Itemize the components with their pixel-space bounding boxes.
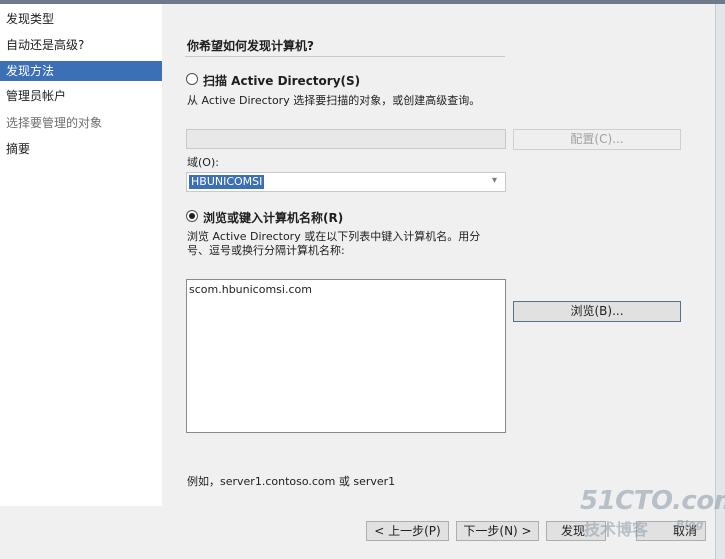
domain-selected-value: HBUNICOMSI bbox=[189, 175, 265, 189]
step-summary[interactable]: 摘要 bbox=[0, 139, 162, 159]
browse-description-line2: 号、逗号或换行分隔计算机名称: bbox=[187, 244, 345, 257]
wizard-steps-sidebar: 发现类型 自动还是高级? 发现方法 管理员帐户 选择要管理的对象 摘要 bbox=[0, 4, 162, 506]
next-button[interactable]: 下一步(N) > bbox=[456, 521, 539, 541]
site-watermark: 51CTO.com 技术博客 Blog bbox=[580, 486, 725, 539]
discovery-question-heading: 你希望如何发现计算机? bbox=[187, 39, 314, 53]
scan-ad-radio[interactable] bbox=[186, 73, 198, 85]
scan-ad-description: 从 Active Directory 选择要扫描的对象，或创建高级查询。 bbox=[187, 94, 481, 107]
configure-button[interactable]: 配置(C)... bbox=[513, 129, 681, 150]
computer-names-textarea[interactable]: scom.hbunicomsi.com bbox=[186, 279, 506, 433]
heading-divider bbox=[185, 56, 505, 57]
scan-ad-label[interactable]: 扫描 Active Directory(S) bbox=[203, 72, 360, 89]
browse-button[interactable]: 浏览(B)... bbox=[513, 301, 681, 322]
chevron-down-icon[interactable]: ▾ bbox=[492, 176, 502, 186]
watermark-logo-text: 51CTO.com bbox=[580, 486, 725, 516]
step-discovery-type[interactable]: 发现类型 bbox=[0, 9, 162, 29]
domain-label: 域(O): bbox=[187, 156, 219, 169]
wizard-content-panel: 你希望如何发现计算机? 扫描 Active Directory(S) 从 Act… bbox=[162, 4, 715, 506]
browse-radio[interactable] bbox=[186, 210, 198, 222]
step-discovery-method[interactable]: 发现方法 bbox=[0, 61, 162, 81]
watermark-subtitle: 技术博客 bbox=[584, 520, 649, 539]
prev-button[interactable]: < 上一步(P) bbox=[366, 521, 449, 541]
browse-label[interactable]: 浏览或键入计算机名称(R) bbox=[203, 209, 343, 226]
ad-query-field[interactable] bbox=[186, 129, 506, 149]
step-admin-account[interactable]: 管理员帐户 bbox=[0, 86, 162, 106]
watermark-blog: Blog bbox=[676, 518, 704, 531]
step-auto-or-advanced[interactable]: 自动还是高级? bbox=[0, 35, 162, 55]
domain-select[interactable]: HBUNICOMSI ▾ bbox=[186, 172, 506, 192]
step-select-objects[interactable]: 选择要管理的对象 bbox=[0, 113, 162, 133]
example-text: 例如，server1.contoso.com 或 server1 bbox=[187, 475, 396, 488]
browse-description-line1: 浏览 Active Directory 或在以下列表中键入计算机名。用分 bbox=[187, 230, 481, 243]
window-right-edge bbox=[715, 4, 725, 559]
